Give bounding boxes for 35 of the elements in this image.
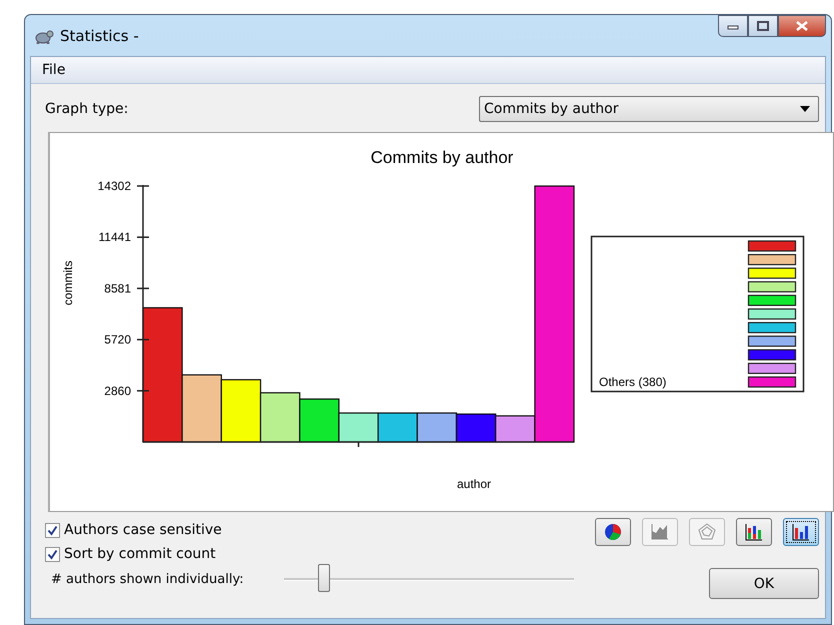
- graph-type-dropdown[interactable]: Commits by author: [479, 96, 819, 122]
- pie-chart-icon: [603, 522, 623, 542]
- close-button[interactable]: [778, 15, 826, 37]
- close-icon: [795, 21, 809, 31]
- checkbox-label: Sort by commit count: [64, 546, 216, 562]
- checkbox-label: Authors case sensitive: [64, 522, 222, 538]
- window-title: Statistics -: [60, 26, 139, 44]
- slider-thumb[interactable]: [318, 564, 330, 592]
- checkbox[interactable]: [45, 546, 60, 562]
- maximize-button[interactable]: [748, 15, 778, 37]
- ok-button[interactable]: OK: [709, 568, 819, 599]
- bar-chart-icon: [791, 522, 811, 542]
- y-tick-label: 14302: [98, 179, 131, 193]
- chart-title: Commits by author: [370, 148, 514, 167]
- bar-chart-button[interactable]: [783, 518, 819, 546]
- y-tick-label: 8581: [104, 281, 131, 296]
- dropdown-arrow-icon: [800, 106, 810, 112]
- y-tick-label: 2860: [104, 384, 131, 398]
- radar-chart-icon: [697, 522, 717, 542]
- y-tick-label: 11441: [98, 230, 131, 244]
- y-axis-label: commits: [61, 260, 75, 306]
- maximize-icon: [757, 21, 769, 31]
- graph-type-label: Graph type:: [45, 101, 128, 117]
- area-chart-icon: [650, 522, 670, 542]
- turtle-icon: [34, 28, 54, 44]
- legend-label: Others (380): [599, 375, 666, 389]
- minimize-button[interactable]: [718, 15, 748, 37]
- stacked-chart-button[interactable]: [736, 518, 772, 546]
- menu-item[interactable]: File: [38, 62, 70, 78]
- stacked-bar-chart-icon: [744, 522, 764, 542]
- checkbox[interactable]: [45, 522, 60, 538]
- x-axis-label: author: [456, 477, 492, 491]
- pie-chart-button[interactable]: [595, 518, 631, 546]
- y-tick-label: 5720: [104, 332, 131, 347]
- slider-label: # authors shown individually:: [51, 572, 244, 587]
